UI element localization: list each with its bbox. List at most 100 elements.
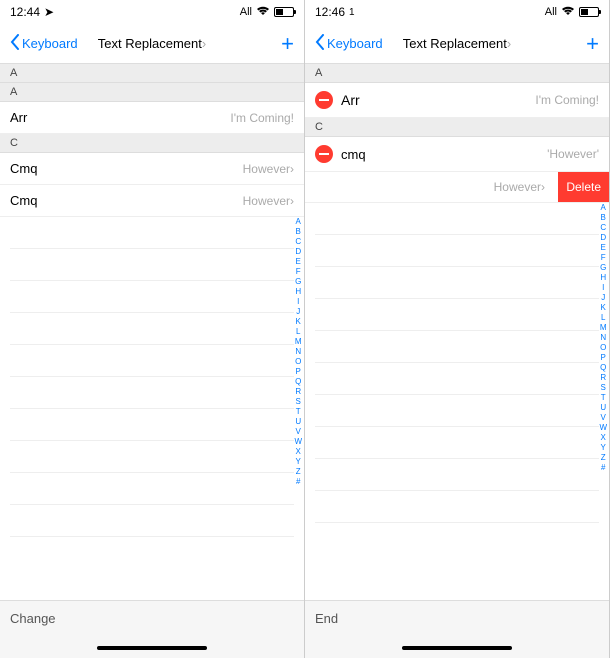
index-letter[interactable]: R	[599, 373, 607, 383]
add-button[interactable]: +	[586, 33, 599, 55]
index-letter[interactable]: V	[599, 413, 607, 423]
index-letter[interactable]: J	[294, 307, 302, 317]
list-area: ABCDEFGHIJKLMNOPQRSTUVWXYZ#	[0, 217, 304, 637]
index-letter[interactable]: W	[294, 437, 302, 447]
index-letter[interactable]: K	[599, 303, 607, 313]
index-letter[interactable]: Y	[599, 443, 607, 453]
index-letter[interactable]: M	[294, 337, 302, 347]
index-letter[interactable]: Q	[599, 363, 607, 373]
back-label: Keyboard	[22, 36, 78, 51]
page-title: Text Replacement›	[403, 36, 511, 51]
index-letter[interactable]: O	[599, 343, 607, 353]
row-shortcut: cmq	[341, 147, 366, 162]
index-letter[interactable]: R	[294, 387, 302, 397]
row-phrase: However›	[494, 180, 545, 194]
index-letter[interactable]: H	[294, 287, 302, 297]
back-button[interactable]: Keyboard	[10, 34, 78, 53]
row-shortcut: Arr	[10, 110, 27, 125]
index-letter[interactable]: L	[294, 327, 302, 337]
footer-label: Change	[10, 611, 56, 626]
index-letter[interactable]: U	[294, 417, 302, 427]
wifi-icon	[256, 6, 270, 19]
carrier-label: All	[240, 6, 252, 18]
index-letter[interactable]: Z	[599, 453, 607, 463]
home-indicator[interactable]	[402, 646, 512, 650]
index-letter[interactable]: G	[599, 263, 607, 273]
table-row[interactable]: Arr I'm Coming!	[305, 83, 609, 118]
row-phrase: However›	[243, 162, 294, 176]
chevron-left-icon	[10, 34, 20, 53]
index-letter[interactable]: O	[294, 357, 302, 367]
index-letter[interactable]: F	[599, 253, 607, 263]
row-phrase: However›	[243, 194, 294, 208]
status-time: 12:46	[315, 5, 345, 19]
index-letter[interactable]: M	[599, 323, 607, 333]
table-row[interactable]: Cmq However›	[0, 153, 304, 185]
table-row[interactable]: Arr I'm Coming!	[0, 102, 304, 134]
wifi-icon	[561, 6, 575, 19]
delete-button[interactable]: Delete	[558, 172, 609, 202]
footer-label: End	[315, 611, 338, 626]
back-label: Keyboard	[327, 36, 383, 51]
back-button[interactable]: Keyboard	[315, 34, 383, 53]
table-row[interactable]: cmq 'However'	[305, 137, 609, 172]
alpha-index[interactable]: ABCDEFGHIJKLMNOPQRSTUVWXYZ#	[599, 203, 607, 473]
index-letter[interactable]: I	[599, 283, 607, 293]
index-letter[interactable]: B	[599, 213, 607, 223]
index-letter[interactable]: Q	[294, 377, 302, 387]
battery-icon	[579, 7, 599, 17]
alpha-index[interactable]: ABCDEFGHIJKLMNOPQRSTUVWXYZ#	[294, 217, 302, 487]
index-letter[interactable]: N	[599, 333, 607, 343]
index-letter[interactable]: U	[599, 403, 607, 413]
index-letter[interactable]: A	[599, 203, 607, 213]
index-letter[interactable]: D	[294, 247, 302, 257]
index-letter[interactable]: B	[294, 227, 302, 237]
status-bar: 12:44 ➤ All	[0, 0, 304, 24]
index-letter[interactable]: #	[599, 463, 607, 473]
status-time: 12:44	[10, 5, 40, 19]
index-letter[interactable]: A	[294, 217, 302, 227]
index-letter[interactable]: Y	[294, 457, 302, 467]
index-letter[interactable]: E	[294, 257, 302, 267]
index-letter[interactable]: S	[294, 397, 302, 407]
index-letter[interactable]: P	[599, 353, 607, 363]
table-row-delete[interactable]: However› Delete	[305, 172, 609, 203]
index-letter[interactable]: X	[599, 433, 607, 443]
index-letter[interactable]: S	[599, 383, 607, 393]
add-button[interactable]: +	[281, 33, 294, 55]
status-extra: 1	[349, 7, 355, 18]
home-indicator[interactable]	[97, 646, 207, 650]
index-letter[interactable]: C	[294, 237, 302, 247]
index-letter[interactable]: L	[599, 313, 607, 323]
index-letter[interactable]: #	[294, 477, 302, 487]
index-letter[interactable]: K	[294, 317, 302, 327]
index-letter[interactable]: N	[294, 347, 302, 357]
index-letter[interactable]: T	[599, 393, 607, 403]
battery-icon	[274, 7, 294, 17]
index-letter[interactable]: V	[294, 427, 302, 437]
index-letter[interactable]: H	[599, 273, 607, 283]
index-letter[interactable]: W	[599, 423, 607, 433]
index-letter[interactable]: T	[294, 407, 302, 417]
index-letter[interactable]: F	[294, 267, 302, 277]
row-shortcut: Cmq	[10, 193, 37, 208]
footer: End	[305, 600, 609, 658]
index-letter[interactable]: G	[294, 277, 302, 287]
row-phrase: I'm Coming!	[535, 93, 599, 107]
page-title: Text Replacement›	[98, 36, 206, 51]
index-letter[interactable]: I	[294, 297, 302, 307]
table-row[interactable]: Cmq However›	[0, 185, 304, 217]
row-phrase: 'However'	[547, 147, 599, 161]
index-letter[interactable]: E	[599, 243, 607, 253]
index-letter[interactable]: Z	[294, 467, 302, 477]
index-letter[interactable]: D	[599, 233, 607, 243]
index-letter[interactable]: J	[599, 293, 607, 303]
section-header-a: A	[305, 64, 609, 83]
delete-minus-icon[interactable]	[315, 91, 333, 109]
status-bar: 12:46 1 All	[305, 0, 609, 24]
section-header-c: C	[305, 118, 609, 137]
index-letter[interactable]: P	[294, 367, 302, 377]
index-letter[interactable]: X	[294, 447, 302, 457]
delete-minus-icon[interactable]	[315, 145, 333, 163]
index-letter[interactable]: C	[599, 223, 607, 233]
